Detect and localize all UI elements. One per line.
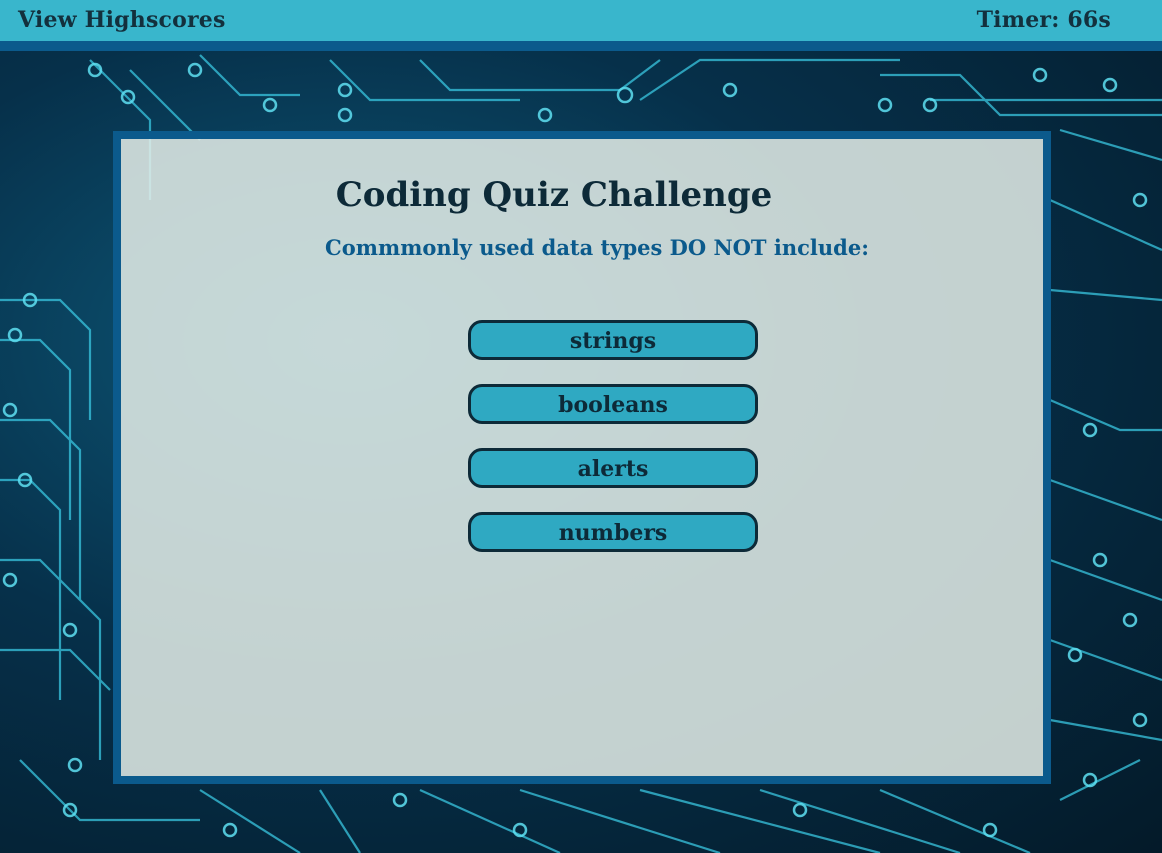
timer-display: Timer: 66s (976, 7, 1111, 33)
answer-button-alerts[interactable]: alerts (468, 448, 758, 488)
answer-button-booleans[interactable]: booleans (468, 384, 758, 424)
view-highscores-link[interactable]: View Highscores (18, 7, 226, 33)
answer-list: strings booleans alerts numbers (468, 320, 758, 576)
answer-button-numbers[interactable]: numbers (468, 512, 758, 552)
quiz-panel: Coding Quiz Challenge Commmonly used dat… (113, 131, 1051, 784)
question-text: Commmonly used data types DO NOT include… (325, 235, 869, 260)
answer-button-strings[interactable]: strings (468, 320, 758, 360)
top-bar: View Highscores Timer: 66s (0, 0, 1162, 51)
quiz-title: Coding Quiz Challenge (335, 175, 773, 215)
